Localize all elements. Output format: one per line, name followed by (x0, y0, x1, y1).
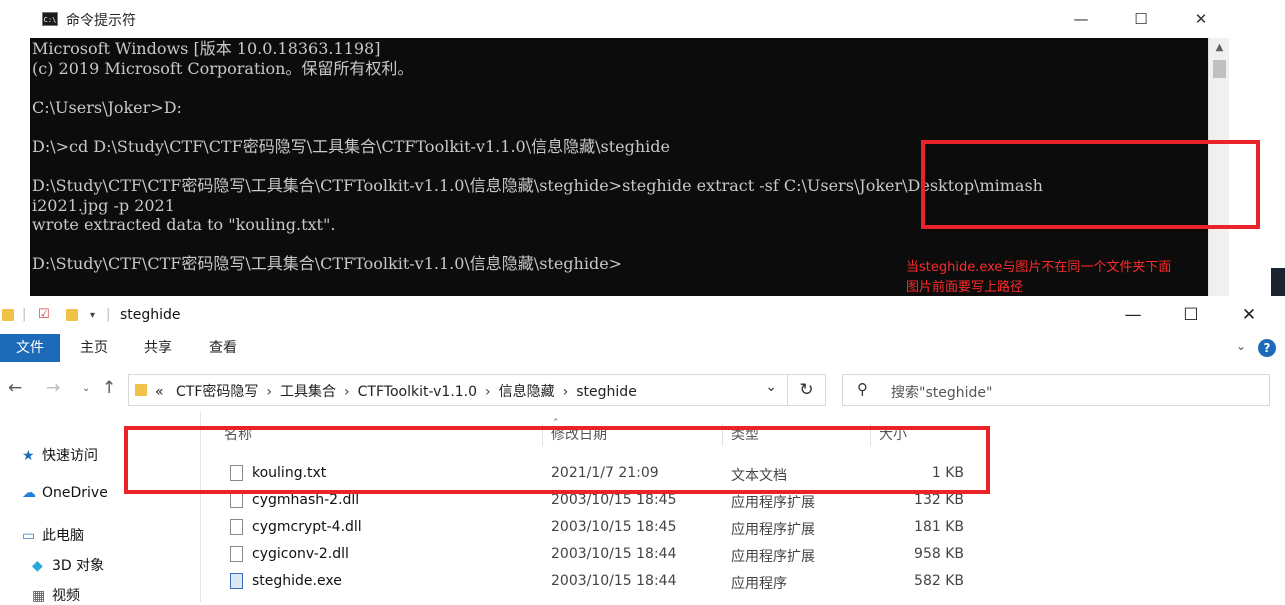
file-name: cygiconv-2.dll (252, 546, 349, 562)
ribbon: 文件 主页 共享 查看 ⌄ ? (0, 334, 1285, 362)
close-button[interactable]: ✕ (1178, 6, 1224, 32)
console-line: D:\Study\CTF\CTF密码隐写\工具集合\CTFToolkit-v1.… (32, 254, 623, 273)
annotation-line-1: 当steghide.exe与图片不在同一个文件夹下面 (906, 260, 1172, 275)
up-icon[interactable]: ↑ (102, 378, 116, 398)
sidebar-item-3d-objects[interactable]: ◆ 3D 对象 (32, 555, 104, 575)
star-icon: ★ (22, 448, 35, 464)
folder-icon (2, 309, 14, 321)
file-type: 应用程序 (731, 576, 787, 592)
highlight-box-output-file (124, 426, 990, 494)
console-line: D:\Study\CTF\CTF密码隐写\工具集合\CTFToolkit-v1.… (32, 176, 1043, 195)
file-type: 应用程序扩展 (731, 549, 815, 565)
help-icon[interactable]: ? (1258, 339, 1276, 357)
dll-file-icon (230, 519, 243, 535)
console-line: wrote extracted data to "kouling.txt". (32, 215, 336, 234)
console-line: Microsoft Windows [版本 10.0.18363.1198] (32, 39, 381, 58)
chevron-right-icon[interactable]: › (344, 384, 350, 400)
sidebar-item-label: 此电脑 (42, 528, 84, 544)
explorer-title: steghide (120, 307, 181, 323)
file-name: steghide.exe (252, 573, 342, 589)
chevron-right-icon[interactable]: › (563, 384, 569, 400)
file-type: 应用程序扩展 (731, 495, 815, 511)
refresh-icon[interactable]: ↻ (788, 374, 826, 406)
tab-share[interactable]: 共享 (134, 334, 182, 362)
sidebar-item-this-pc[interactable]: ▭ 此电脑 (22, 525, 84, 545)
forward-icon[interactable]: → (46, 378, 60, 398)
separator: | (106, 307, 111, 322)
computer-icon: ▭ (22, 528, 36, 544)
exe-file-icon (230, 573, 243, 589)
sidebar-item-label: OneDrive (42, 485, 108, 501)
breadcrumb-overflow[interactable]: « (155, 384, 164, 400)
search-box[interactable]: ⚲ 搜索"steghide" (842, 374, 1270, 406)
sidebar-item-label: 3D 对象 (52, 558, 105, 574)
sidebar-item-videos[interactable]: ▦ 视频 (32, 585, 80, 605)
maximize-button[interactable]: ☐ (1118, 6, 1164, 32)
file-date: 2003/10/15 18:45 (551, 492, 677, 508)
file-row[interactable]: cygmhash-2.dll 2003/10/15 18:45 应用程序扩展 1… (222, 492, 982, 518)
tab-view[interactable]: 查看 (199, 334, 247, 362)
console-line: D:\>cd D:\Study\CTF\CTF密码隐写\工具集合\CTFTool… (32, 137, 670, 156)
file-name: cygmcrypt-4.dll (252, 519, 362, 535)
cmd-icon: C:\ (42, 12, 58, 26)
file-date: 2003/10/15 18:44 (551, 573, 677, 589)
file-date: 2003/10/15 18:45 (551, 519, 677, 535)
file-row[interactable]: steghide.exe 2003/10/15 18:44 应用程序 582 K… (222, 573, 982, 599)
breadcrumb: « CTF密码隐写 › 工具集合 › CTFToolkit-v1.1.0 › 信息隐藏 › st… (155, 381, 637, 401)
file-row[interactable]: cygiconv-2.dll 2003/10/15 18:44 应用程序扩展 9… (222, 546, 982, 572)
breadcrumb-item[interactable]: CTF密码隐写 (176, 384, 258, 400)
sidebar-item-onedrive[interactable]: ☁ OneDrive (22, 485, 108, 501)
quick-access-dropdown-icon[interactable]: ▾ (90, 310, 95, 326)
cmd-titlebar[interactable]: C:\ 命令提示符 — ☐ ✕ (30, 0, 1229, 38)
breadcrumb-item[interactable]: 信息隐藏 (499, 384, 555, 400)
chevron-down-icon[interactable]: ⌄ (765, 379, 777, 395)
file-size: 132 KB (914, 492, 964, 508)
console-line: C:\Users\Joker>D: (32, 98, 182, 117)
scrollbar-thumb[interactable] (1213, 60, 1226, 78)
file-row[interactable]: cygmcrypt-4.dll 2003/10/15 18:45 应用程序扩展 … (222, 519, 982, 545)
address-bar[interactable]: « CTF密码隐写 › 工具集合 › CTFToolkit-v1.1.0 › 信息隐藏 › st… (128, 374, 788, 406)
breadcrumb-item[interactable]: 工具集合 (280, 384, 336, 400)
chevron-right-icon[interactable]: › (485, 384, 491, 400)
file-size: 181 KB (914, 519, 964, 535)
recent-dropdown-icon[interactable]: ⌄ (82, 383, 90, 394)
dll-file-icon (230, 492, 243, 508)
highlight-box-path (921, 140, 1260, 229)
minimize-button[interactable]: — (1058, 6, 1104, 32)
cube-icon: ◆ (32, 558, 43, 574)
folder-icon (135, 384, 147, 396)
explorer-titlebar[interactable]: | ☑ ▾ | steghide — ☐ ✕ (0, 296, 1285, 334)
file-size: 582 KB (914, 573, 964, 589)
breadcrumb-item[interactable]: steghide (576, 384, 637, 400)
minimize-button[interactable]: — (1104, 300, 1162, 330)
cloud-icon: ☁ (22, 485, 36, 501)
console-line: (c) 2019 Microsoft Corporation。保留所有权利。 (32, 59, 414, 78)
file-size: 958 KB (914, 546, 964, 562)
console-line: i2021.jpg -p 2021 (32, 196, 175, 215)
breadcrumb-item[interactable]: CTFToolkit-v1.1.0 (358, 384, 477, 400)
annotation-note: 当steghide.exe与图片不在同一个文件夹下面 图片前面要写上路径 (906, 258, 1226, 298)
sidebar-item-label: 快速访问 (42, 448, 98, 464)
file-date: 2003/10/15 18:44 (551, 546, 677, 562)
separator: | (22, 307, 27, 322)
back-icon[interactable]: ← (8, 378, 22, 398)
navigation-bar: ← → ⌄ ↑ « CTF密码隐写 › 工具集合 › CTFToolkit-v1.1.0… (0, 368, 1285, 412)
maximize-button[interactable]: ☐ (1162, 300, 1220, 330)
annotation-line-2: 图片前面要写上路径 (906, 280, 1024, 295)
dll-file-icon (230, 546, 243, 562)
chevron-right-icon[interactable]: › (266, 384, 272, 400)
ribbon-expand-icon[interactable]: ⌄ (1236, 339, 1246, 353)
new-folder-icon[interactable] (66, 309, 78, 321)
search-placeholder: 搜索"steghide" (891, 385, 993, 401)
file-type: 应用程序扩展 (731, 522, 815, 538)
tab-home[interactable]: 主页 (70, 334, 118, 362)
file-name: cygmhash-2.dll (252, 492, 360, 508)
properties-icon[interactable]: ☑ (38, 307, 50, 323)
sidebar-item-quick-access[interactable]: ★ 快速访问 (22, 445, 98, 465)
search-icon: ⚲ (857, 380, 868, 398)
scroll-up-icon[interactable]: ▲ (1209, 42, 1230, 53)
tab-file[interactable]: 文件 (0, 334, 60, 362)
close-button[interactable]: ✕ (1220, 300, 1278, 330)
cmd-title: 命令提示符 (66, 13, 136, 29)
